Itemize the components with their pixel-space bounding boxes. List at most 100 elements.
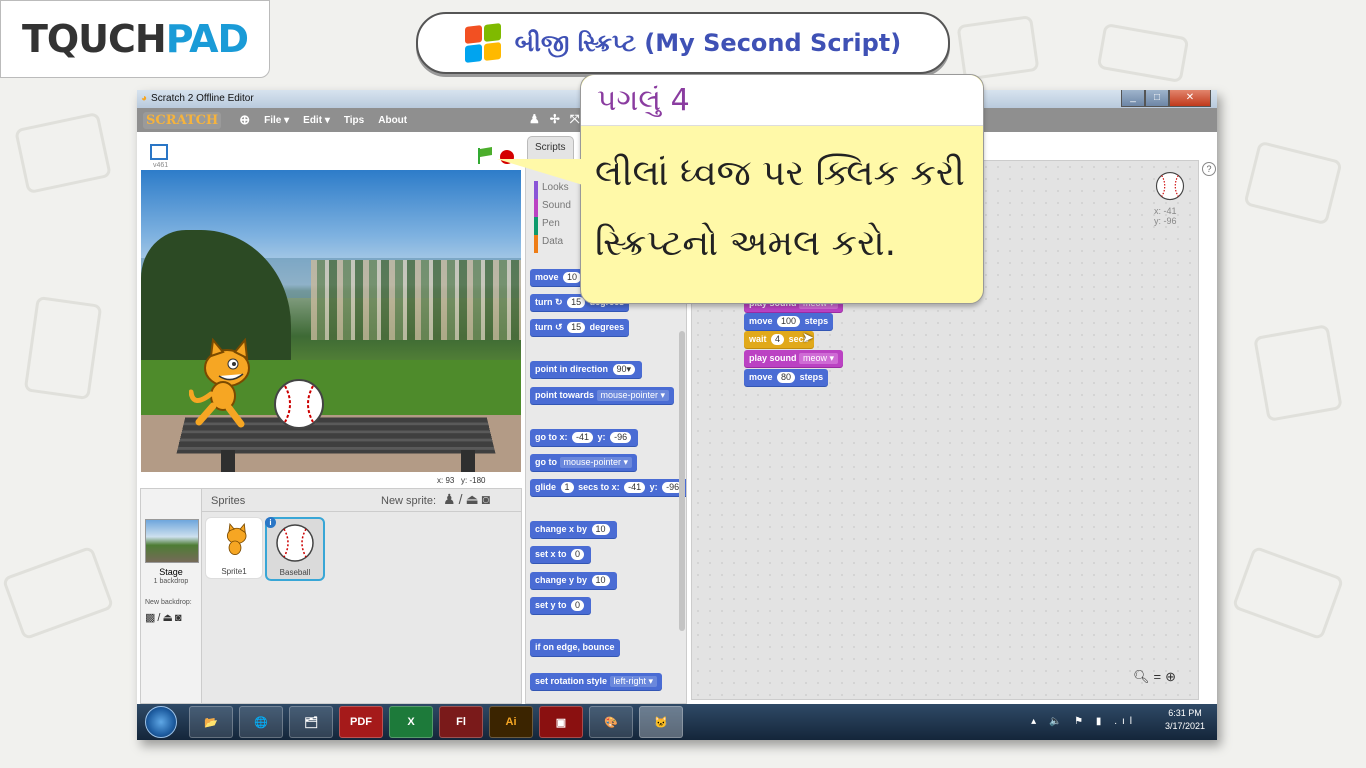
- tab-scripts[interactable]: Scripts: [527, 136, 574, 160]
- cat-sprite[interactable]: [189, 338, 259, 428]
- block-turn-left[interactable]: turn ↺ 15 degrees: [530, 319, 630, 336]
- upload-icon[interactable]: ⏏: [465, 491, 481, 507]
- baseball-thumbnail-icon: [276, 524, 314, 562]
- taskbar-app-scratch[interactable]: 🐱: [639, 706, 683, 738]
- instruction-callout: પગલું 4 લીલાં ધ્વજ પર ક્લિક કરી સ્ક્રિપ્…: [497, 74, 984, 304]
- callout-line-2: સ્ક્રિપ્ટનો અમલ કરો.: [595, 223, 897, 264]
- menu-about[interactable]: About: [378, 115, 407, 126]
- menu-edit[interactable]: Edit ▾: [303, 115, 330, 126]
- block-change-x[interactable]: change x by 10: [530, 521, 617, 538]
- block-glide[interactable]: glide 1 secs to x: -41 y: -96: [530, 479, 686, 496]
- zoom-out-icon[interactable]: 🔍︎: [1133, 669, 1154, 684]
- step-label: પગલું 4: [597, 83, 690, 118]
- sprite-x: x: -41: [1154, 206, 1177, 216]
- windows-logo-icon: [464, 23, 501, 63]
- touchpad-logo: TQUCHPAD: [0, 0, 270, 78]
- block-set-x[interactable]: set x to 0: [530, 546, 592, 563]
- bench-leg: [221, 450, 235, 472]
- taskbar-app-illustrator[interactable]: Ai: [489, 706, 533, 738]
- sprite-tile-baseball[interactable]: i Baseball: [265, 517, 325, 581]
- grow-icon[interactable]: ⤧: [570, 112, 580, 127]
- camera-icon[interactable]: ◙: [482, 491, 493, 507]
- block-if-on-edge-bounce[interactable]: if on edge, bounce: [530, 639, 620, 656]
- page-title-text: બીજી સ્ક્રિપ્ટ (My Second Script): [514, 29, 902, 57]
- new-backdrop-label: New backdrop:: [145, 599, 192, 606]
- category-data[interactable]: Data: [534, 235, 571, 253]
- cut-icon[interactable]: ✢: [550, 112, 560, 127]
- windows-taskbar: 📂 🌐 🗂 PDF X Fl Ai ▣ 🎨 🐱 ▴ 🔈 ⚑ ▮ .ıl 6:31…: [137, 704, 1217, 740]
- baseball-thumbnail-icon: [1155, 171, 1185, 201]
- current-sprite-info: x: -41 y: -96: [1150, 171, 1190, 226]
- block-go-to-xy[interactable]: go to x: -41 y: -96: [530, 429, 639, 446]
- sprites-pane: Stage 1 backdrop New backdrop: ▩/⏏◙ Spri…: [140, 488, 522, 704]
- new-backdrop-icons[interactable]: ▩/⏏◙: [145, 611, 184, 624]
- block-go-to[interactable]: go to mouse-pointer ▾: [530, 454, 638, 471]
- sprite-tile-sprite1[interactable]: Sprite1: [205, 517, 263, 579]
- stage[interactable]: [141, 170, 521, 472]
- stage-header: v461: [140, 138, 520, 172]
- block-set-y[interactable]: set y to 0: [530, 597, 592, 614]
- palette-scrollbar[interactable]: [679, 331, 685, 631]
- mouse-y-readout: y: -180: [461, 476, 486, 485]
- minimize-button[interactable]: _: [1121, 90, 1145, 107]
- taskbar-app-files[interactable]: 🗂: [289, 706, 333, 738]
- menu-tips[interactable]: Tips: [344, 115, 364, 126]
- stage-backdrop-town: [311, 260, 521, 340]
- globe-icon[interactable]: ⊕: [239, 112, 250, 128]
- close-button[interactable]: ✕: [1169, 90, 1211, 107]
- taskbar-app-paint[interactable]: 🎨: [589, 706, 633, 738]
- sprite-name: Baseball: [279, 568, 311, 577]
- taskbar-app-acrobat[interactable]: PDF: [339, 706, 383, 738]
- script-block-move[interactable]: move 80 steps: [744, 369, 829, 386]
- callout-pointer: [497, 159, 583, 185]
- category-pen[interactable]: Pen: [534, 217, 571, 235]
- divider: [201, 511, 521, 512]
- start-button[interactable]: [145, 706, 177, 738]
- version-label: v461: [153, 162, 169, 169]
- taskbar-app-3d[interactable]: ▣: [539, 706, 583, 738]
- block-change-y[interactable]: change y by 10: [530, 572, 617, 589]
- zoom-in-icon[interactable]: ⊕: [1165, 669, 1180, 684]
- block-set-rotation-style[interactable]: set rotation style left-right ▾: [530, 673, 663, 690]
- script-block-move[interactable]: move 100 steps: [744, 313, 834, 330]
- taskbar-app-excel[interactable]: X: [389, 706, 433, 738]
- help-icon[interactable]: ?: [1202, 162, 1216, 176]
- landscape-icon[interactable]: ▩: [145, 612, 157, 624]
- callout-line-1: લીલાં ધ્વજ પર ક્લિક કરી: [595, 153, 965, 194]
- new-sprite-icons: ♟/⏏◙: [443, 491, 493, 508]
- cat-thumbnail-icon: [226, 522, 247, 556]
- script-block-play-sound[interactable]: play sound meow ▾: [744, 350, 844, 367]
- maximize-button[interactable]: □: [1145, 90, 1169, 107]
- camera-icon[interactable]: ◙: [175, 612, 184, 624]
- block-point-in-direction[interactable]: point in direction 90▾: [530, 361, 643, 378]
- stage-label: Stage: [159, 567, 183, 577]
- zoom-reset-icon[interactable]: =: [1154, 669, 1166, 684]
- clock-date: 3/17/2021: [1164, 721, 1205, 731]
- logo-text-b: PAD: [165, 17, 249, 61]
- stage-column[interactable]: Stage 1 backdrop New backdrop: ▩/⏏◙: [141, 489, 202, 703]
- sprite-name: Sprite1: [221, 567, 247, 576]
- category-sound[interactable]: Sound: [534, 199, 571, 217]
- clock[interactable]: 6:31 PM 3/17/2021: [1165, 707, 1205, 733]
- callout-header: પગલું 4: [581, 75, 983, 126]
- stage-thumbnail[interactable]: [145, 519, 199, 563]
- green-flag-icon[interactable]: [478, 148, 480, 164]
- menu-file[interactable]: File ▾: [264, 115, 289, 126]
- baseball-sprite[interactable]: [273, 378, 325, 430]
- callout-text: લીલાં ધ્વજ પર ક્લિક કરી સ્ક્રિપ્ટનો અમલ …: [595, 139, 975, 279]
- upload-icon[interactable]: ⏏: [162, 612, 174, 624]
- bench-leg: [461, 450, 475, 472]
- logo-text-a: TQUCH: [21, 17, 167, 61]
- taskbar-app-explorer-folder[interactable]: 📂: [189, 706, 233, 738]
- duplicate-icon[interactable]: ♟: [529, 112, 540, 127]
- taskbar-app-chrome[interactable]: 🌐: [239, 706, 283, 738]
- scratch-app-icon: ◕: [141, 93, 148, 104]
- system-tray-icons[interactable]: ▴ 🔈 ⚑ ▮ .ıl: [1031, 716, 1137, 727]
- taskbar-app-flash[interactable]: Fl: [439, 706, 483, 738]
- block-point-towards[interactable]: point towards mouse-pointer ▾: [530, 387, 675, 404]
- page-title: બીજી સ્ક્રિપ્ટ (My Second Script): [416, 12, 950, 74]
- presentation-mode-icon[interactable]: [150, 144, 168, 160]
- scratch-logo[interactable]: SCRATCH: [143, 111, 222, 129]
- mouse-x-readout: x: 93: [437, 476, 455, 485]
- sprite-library-icon[interactable]: ♟: [443, 491, 459, 507]
